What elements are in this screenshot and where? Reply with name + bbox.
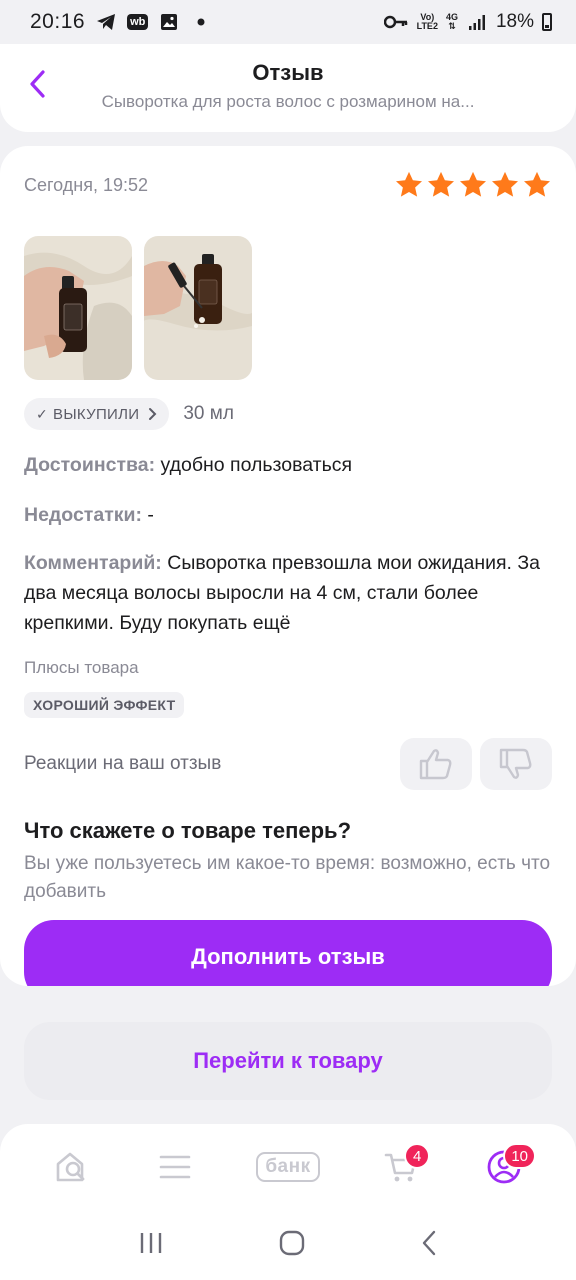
pros-text: удобно пользоваться xyxy=(160,454,353,476)
plus-title: Плюсы товара xyxy=(24,658,139,677)
thumbs-up-icon xyxy=(419,749,452,780)
comment-field: Комментарий: Сыворотка превзошла мои ожи… xyxy=(24,548,556,638)
reactions-label: Реакции на ваш отзыв xyxy=(24,753,222,774)
nav-catalog[interactable] xyxy=(140,1137,210,1197)
dislike-button[interactable] xyxy=(480,738,552,790)
plus-tag: ХОРОШИЙ ЭФФЕКТ xyxy=(24,692,185,718)
star-icon xyxy=(492,171,518,197)
status-time: 20:16 xyxy=(30,10,86,33)
go-to-product-button[interactable]: Перейти к товару xyxy=(24,1022,552,1100)
add-review-button[interactable]: Дополнить отзыв xyxy=(24,920,552,986)
dot-icon xyxy=(190,11,212,33)
recents-icon xyxy=(140,1232,161,1253)
bought-label: ВЫКУПИЛИ xyxy=(53,405,140,423)
signal-icon xyxy=(466,11,488,33)
telegram-icon xyxy=(95,11,117,33)
network-indicator: 4G ⇅ xyxy=(445,12,458,31)
review-photo-2[interactable] xyxy=(144,236,252,380)
home-button[interactable] xyxy=(279,1230,305,1261)
recent-apps-button[interactable] xyxy=(138,1231,164,1260)
cons-label: Недостатки: xyxy=(24,504,142,526)
star-icon xyxy=(460,171,486,197)
page-title: Отзыв xyxy=(252,60,324,85)
review-photo-1[interactable] xyxy=(24,236,132,380)
home-circle-icon xyxy=(279,1230,305,1255)
pros-label: Достоинства: xyxy=(24,454,156,476)
back-arrow-icon xyxy=(423,1230,436,1255)
comment-label: Комментарий: xyxy=(24,552,162,574)
cons-field: Недостатки: - xyxy=(24,500,556,530)
star-icon xyxy=(396,171,422,197)
review-date: Сегодня, 19:52 xyxy=(24,174,149,195)
system-back-button[interactable] xyxy=(420,1230,438,1261)
bought-chip[interactable]: ✓ ВЫКУПИЛИ xyxy=(24,398,170,430)
cons-text: - xyxy=(147,504,154,526)
volte-indicator: Vo) LTE2 xyxy=(416,12,438,31)
key-icon xyxy=(383,11,409,33)
thumbs-down-icon xyxy=(499,748,532,779)
profile-badge: 10 xyxy=(503,1143,537,1169)
back-button[interactable] xyxy=(22,66,52,102)
nav-home[interactable] xyxy=(37,1137,107,1197)
prompt-title: Что скажете о товаре теперь? xyxy=(24,818,352,843)
status-bar: 20:16 wb Vo) LTE2 4G ⇅ 18% xyxy=(0,0,576,44)
android-nav-bar xyxy=(0,1210,576,1280)
nav-bank[interactable]: банк xyxy=(243,1137,333,1197)
review-photos xyxy=(24,236,252,380)
bottom-nav: банк 4 10 xyxy=(0,1124,576,1210)
product-name: Сыворотка для роста волос с розмарином н… xyxy=(101,92,475,111)
pros-field: Достоинства: удобно пользоваться xyxy=(24,450,556,480)
menu-icon xyxy=(159,1155,191,1179)
header: Отзыв Сыворотка для роста волос с розмар… xyxy=(0,44,576,132)
like-button[interactable] xyxy=(400,738,472,790)
bank-label: банк xyxy=(256,1152,320,1182)
wb-app-icon: wb xyxy=(127,14,149,30)
star-rating xyxy=(394,170,552,200)
chevron-left-icon xyxy=(30,70,45,98)
home-search-icon xyxy=(56,1152,84,1182)
gallery-icon xyxy=(158,11,180,33)
prompt-text: Вы уже пользуетесь им какое-то время: во… xyxy=(24,853,551,902)
cart-badge: 4 xyxy=(404,1143,431,1169)
chevron-right-icon xyxy=(149,408,157,420)
battery-icon xyxy=(542,13,552,31)
star-icon xyxy=(428,171,454,197)
nav-profile[interactable]: 10 xyxy=(469,1137,539,1197)
star-icon xyxy=(524,171,550,197)
battery-percent: 18% xyxy=(495,11,534,32)
product-volume: 30 мл xyxy=(183,403,234,424)
review-card: Сегодня, 19:52 ✓ ВЫКУПИЛИ 30 мл Достоинс… xyxy=(0,146,576,986)
check-icon: ✓ xyxy=(36,405,49,422)
nav-cart[interactable]: 4 xyxy=(366,1137,436,1197)
